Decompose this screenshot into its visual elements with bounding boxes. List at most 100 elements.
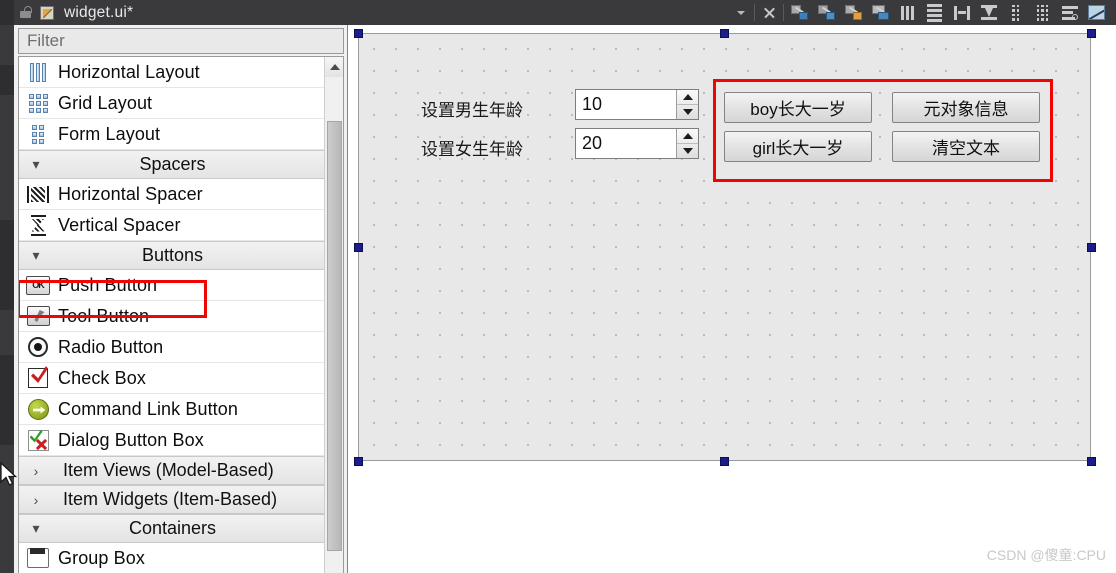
toolbar-separator [754, 4, 755, 21]
selection-handle-middle-right[interactable] [1087, 243, 1096, 252]
close-icon[interactable] [757, 0, 781, 25]
spin-up-arrow-icon[interactable] [677, 129, 698, 144]
widget-box-panel: Horizontal Layout Grid Layout Form Layou… [14, 25, 348, 573]
widget-tree-items: Horizontal Layout Grid Layout Form Layou… [19, 57, 326, 573]
break-layout-icon[interactable] [1056, 0, 1083, 25]
spin-down-arrow-icon[interactable] [677, 105, 698, 120]
scroll-up-arrow-icon[interactable] [325, 57, 343, 77]
widget-item-form-layout[interactable]: Form Layout [19, 119, 326, 150]
widget-item-horizontal-spacer[interactable]: Horizontal Spacer [19, 179, 326, 210]
dock-tab-3[interactable] [0, 355, 14, 445]
form-canvas-area: 设置男生年龄 设置女生年龄 10 20 boy长大一岁 元对象信息 girl长大… [348, 25, 1116, 573]
form-widget[interactable]: 设置男生年龄 设置女生年龄 10 20 boy长大一岁 元对象信息 girl长大… [358, 33, 1091, 461]
spin-down-arrow-icon[interactable] [677, 144, 698, 159]
selection-handle-top-left[interactable] [354, 29, 363, 38]
horizontal-spacer-icon [25, 182, 51, 206]
layout-splitter-v-icon[interactable] [975, 0, 1002, 25]
widget-item-label: Horizontal Spacer [58, 183, 203, 204]
widget-item-dialog-button-box[interactable]: Dialog Button Box [19, 425, 326, 456]
filter-row [18, 28, 344, 54]
document-title: widget.ui* [64, 3, 134, 21]
spin-up-arrow-icon[interactable] [677, 90, 698, 105]
designer-toolbar [730, 0, 1116, 25]
scrollbar-thumb[interactable] [327, 121, 342, 551]
widget-group-item-widgets[interactable]: › Item Widgets (Item-Based) [19, 485, 326, 514]
horizontal-layout-icon [25, 60, 51, 84]
widget-group-spacers[interactable]: ▾ Spacers [19, 150, 326, 179]
widget-group-label: Containers [128, 518, 217, 538]
edit-buddies-icon[interactable] [840, 0, 867, 25]
spinbox-buttons [676, 129, 698, 158]
mouse-cursor [0, 461, 18, 488]
widget-tree: Horizontal Layout Grid Layout Form Layou… [18, 56, 344, 573]
widget-item-push-button[interactable]: OK Push Button [19, 270, 326, 301]
widget-item-label: Push Button [58, 274, 158, 295]
button-meta-object[interactable]: 元对象信息 [892, 92, 1040, 123]
preview-icon[interactable] [1083, 0, 1110, 25]
chevron-down-icon: ▾ [32, 520, 40, 536]
widget-group-label: Item Views (Model-Based) [63, 460, 274, 480]
widget-group-item-views[interactable]: › Item Views (Model-Based) [19, 456, 326, 485]
chevron-right-icon: › [33, 462, 39, 479]
button-boy-grow[interactable]: boy长大一岁 [724, 92, 872, 123]
widget-group-containers[interactable]: ▾ Containers [19, 514, 326, 543]
widget-item-command-link-button[interactable]: Command Link Button [19, 394, 326, 425]
title-bar: widget.ui* [0, 0, 1116, 25]
widget-item-vertical-spacer[interactable]: Vertical Spacer [19, 210, 326, 241]
widget-item-grid-layout[interactable]: Grid Layout [19, 88, 326, 119]
selection-handle-middle-left[interactable] [354, 243, 363, 252]
selection-handle-bottom-left[interactable] [354, 457, 363, 466]
form-layout-icon [25, 122, 51, 146]
spinbox-boy-age[interactable]: 10 [575, 89, 699, 120]
widget-item-group-box[interactable]: Group Box [19, 543, 326, 573]
chevron-right-icon: › [33, 491, 39, 508]
widget-item-radio-button[interactable]: Radio Button [19, 332, 326, 363]
edit-widgets-icon[interactable] [786, 0, 813, 25]
widget-item-label: Radio Button [58, 336, 164, 357]
chevron-down-icon: ▾ [32, 156, 40, 172]
check-box-icon [25, 366, 51, 390]
button-clear-text[interactable]: 清空文本 [892, 131, 1040, 162]
spinbox-girl-age[interactable]: 20 [575, 128, 699, 159]
widget-group-buttons[interactable]: ▾ Buttons [19, 241, 326, 270]
selection-handle-top-right[interactable] [1087, 29, 1096, 38]
widget-group-label: Item Widgets (Item-Based) [63, 489, 278, 509]
widget-item-check-box[interactable]: Check Box [19, 363, 326, 394]
widget-item-label: Dialog Button Box [58, 429, 204, 450]
layout-splitter-h-icon[interactable] [948, 0, 975, 25]
spinbox-value: 20 [582, 133, 603, 153]
title-bar-left-gap [0, 0, 14, 25]
edit-tab-order-icon[interactable] [867, 0, 894, 25]
widget-group-label: Spacers [139, 154, 206, 174]
spinbox-buttons [676, 90, 698, 119]
dock-tab-1[interactable] [0, 65, 14, 95]
toolbar-separator [783, 4, 784, 21]
lock-icon[interactable] [14, 0, 36, 25]
layout-vertically-icon[interactable] [921, 0, 948, 25]
widget-item-label: Horizontal Layout [58, 61, 200, 82]
label-boy-age[interactable]: 设置男生年龄 [421, 96, 523, 121]
filter-input[interactable] [18, 28, 344, 54]
dock-tab-2[interactable] [0, 220, 14, 310]
widget-item-tool-button[interactable]: Tool Button [19, 301, 326, 332]
widget-item-label: Form Layout [58, 123, 161, 144]
layout-grid-icon[interactable] [1029, 0, 1056, 25]
widget-item-horizontal-layout[interactable]: Horizontal Layout [19, 57, 326, 88]
selection-handle-top-center[interactable] [720, 29, 729, 38]
selection-handle-bottom-center[interactable] [720, 457, 729, 466]
selection-handle-bottom-right[interactable] [1087, 457, 1096, 466]
layout-horizontally-icon[interactable] [894, 0, 921, 25]
watermark: CSDN @傻童:CPU [986, 547, 1106, 563]
grid-layout-icon [25, 91, 51, 115]
widget-item-label: Grid Layout [58, 92, 153, 113]
pencil-edit-icon [36, 0, 58, 25]
left-dock-edge [0, 25, 14, 573]
chevron-down-icon: ▾ [32, 247, 40, 263]
label-girl-age[interactable]: 设置女生年龄 [421, 135, 523, 160]
widget-item-label: Tool Button [58, 305, 150, 326]
edit-signals-slots-icon[interactable] [813, 0, 840, 25]
layout-form-grid-icon[interactable] [1002, 0, 1029, 25]
button-girl-grow[interactable]: girl长大一岁 [724, 131, 872, 162]
chevron-down-icon[interactable] [730, 0, 752, 25]
widget-tree-scrollbar[interactable] [324, 57, 343, 573]
